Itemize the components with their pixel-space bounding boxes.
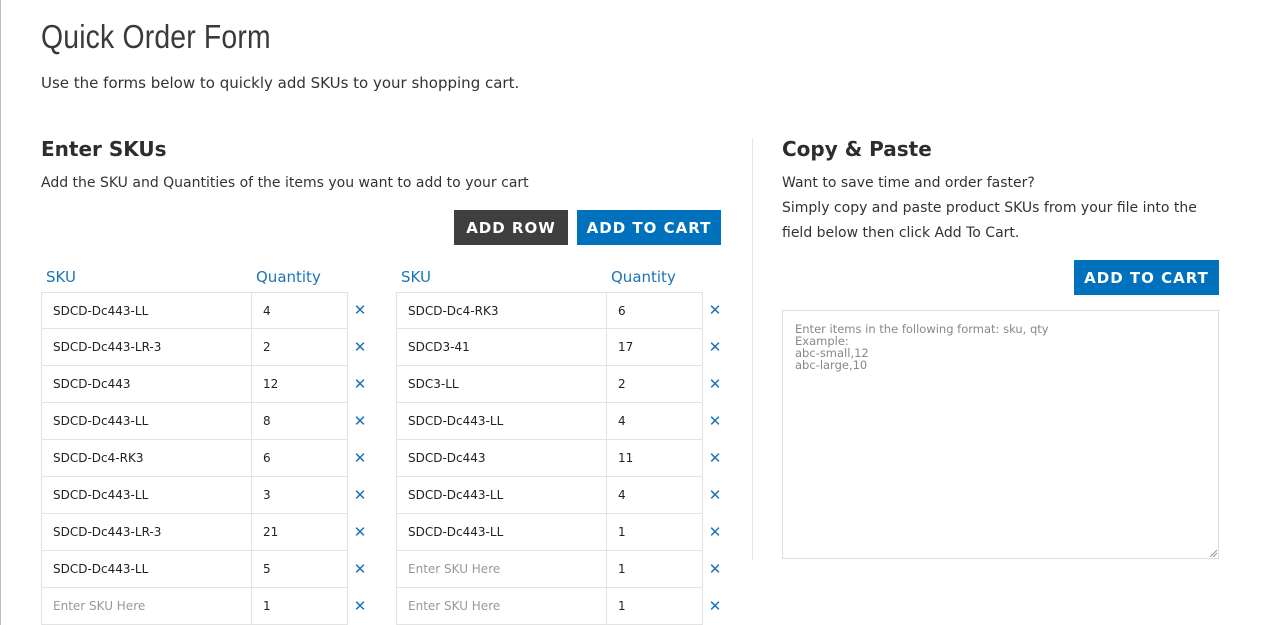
copy-paste-title: Copy & Paste	[782, 137, 932, 161]
sku-column-header: SKU	[46, 268, 76, 286]
sku-column-header: SKU	[401, 268, 431, 286]
resize-handle-icon[interactable]	[1209, 549, 1217, 557]
sku-input[interactable]: SDCD-Dc443	[396, 440, 607, 477]
add-row-button[interactable]: ADD ROW	[454, 210, 568, 245]
remove-row-icon[interactable]: ✕	[350, 440, 370, 477]
enter-skus-subtitle: Add the SKU and Quantities of the items …	[41, 175, 529, 191]
remove-row-icon[interactable]: ✕	[705, 440, 725, 477]
copy-paste-line-3: field below then click Add To Cart.	[782, 225, 1020, 241]
sku-input[interactable]: Enter SKU Here	[41, 588, 252, 625]
paste-add-to-cart-button[interactable]: ADD TO CART	[1074, 260, 1219, 295]
remove-row-icon[interactable]: ✕	[350, 514, 370, 551]
sku-input[interactable]: SDCD-Dc443-LL	[396, 403, 607, 440]
sku-input[interactable]: SDC3-LL	[396, 366, 607, 403]
remove-row-icon[interactable]: ✕	[705, 514, 725, 551]
quantity-input[interactable]: 3	[251, 477, 348, 514]
quantity-input[interactable]: 4	[251, 292, 348, 329]
copy-paste-line-2: Simply copy and paste product SKUs from …	[782, 200, 1197, 216]
quantity-column-header: Quantity	[611, 268, 676, 286]
quantity-input[interactable]: 2	[251, 329, 348, 366]
remove-row-icon[interactable]: ✕	[705, 403, 725, 440]
enter-skus-title: Enter SKUs	[41, 137, 167, 161]
quantity-input[interactable]: 17	[606, 329, 703, 366]
sku-input[interactable]: SDCD-Dc443-LL	[41, 292, 252, 329]
sku-input[interactable]: SDCD-Dc443	[41, 366, 252, 403]
quantity-input[interactable]: 12	[251, 366, 348, 403]
quantity-input[interactable]: 6	[251, 440, 348, 477]
quantity-input[interactable]: 4	[606, 477, 703, 514]
remove-row-icon[interactable]: ✕	[705, 477, 725, 514]
remove-row-icon[interactable]: ✕	[350, 366, 370, 403]
sku-input[interactable]: SDCD-Dc443-LL	[396, 477, 607, 514]
remove-row-icon[interactable]: ✕	[705, 588, 725, 625]
remove-row-icon[interactable]: ✕	[350, 292, 370, 329]
quantity-input[interactable]: 1	[606, 551, 703, 588]
page-intro: Use the forms below to quickly add SKUs …	[41, 74, 520, 92]
remove-row-icon[interactable]: ✕	[350, 551, 370, 588]
section-divider	[752, 138, 753, 560]
sku-input[interactable]: SDCD-Dc4-RK3	[396, 292, 607, 329]
sku-input[interactable]: SDCD-Dc443-LL	[41, 477, 252, 514]
remove-row-icon[interactable]: ✕	[705, 292, 725, 329]
remove-row-icon[interactable]: ✕	[705, 366, 725, 403]
sku-input[interactable]: Enter SKU Here	[396, 551, 607, 588]
copy-paste-line-1: Want to save time and order faster?	[782, 175, 1035, 191]
quantity-input[interactable]: 4	[606, 403, 703, 440]
sku-input[interactable]: SDCD-Dc4-RK3	[41, 440, 252, 477]
add-to-cart-button[interactable]: ADD TO CART	[577, 210, 721, 245]
sku-input[interactable]: SDCD-Dc443-LL	[41, 551, 252, 588]
remove-row-icon[interactable]: ✕	[705, 329, 725, 366]
sku-input[interactable]: SDCD-Dc443-LR-3	[41, 514, 252, 551]
quantity-input[interactable]: 1	[251, 588, 348, 625]
page-title: Quick Order Form	[41, 18, 271, 55]
quantity-input[interactable]: 1	[606, 514, 703, 551]
sku-input[interactable]: Enter SKU Here	[396, 588, 607, 625]
quantity-input[interactable]: 21	[251, 514, 348, 551]
quantity-input[interactable]: 2	[606, 366, 703, 403]
sku-input[interactable]: SDCD3-41	[396, 329, 607, 366]
sku-input[interactable]: SDCD-Dc443-LR-3	[41, 329, 252, 366]
remove-row-icon[interactable]: ✕	[350, 329, 370, 366]
remove-row-icon[interactable]: ✕	[350, 403, 370, 440]
remove-row-icon[interactable]: ✕	[350, 588, 370, 625]
quantity-input[interactable]: 6	[606, 292, 703, 329]
sku-input[interactable]: SDCD-Dc443-LL	[41, 403, 252, 440]
sku-input[interactable]: SDCD-Dc443-LL	[396, 514, 607, 551]
quantity-input[interactable]: 5	[251, 551, 348, 588]
quantity-input[interactable]: 11	[606, 440, 703, 477]
remove-row-icon[interactable]: ✕	[350, 477, 370, 514]
quantity-column-header: Quantity	[256, 268, 321, 286]
quantity-input[interactable]: 8	[251, 403, 348, 440]
remove-row-icon[interactable]: ✕	[705, 551, 725, 588]
paste-textarea[interactable]: Enter items in the following format: sku…	[782, 310, 1219, 559]
quantity-input[interactable]: 1	[606, 588, 703, 625]
